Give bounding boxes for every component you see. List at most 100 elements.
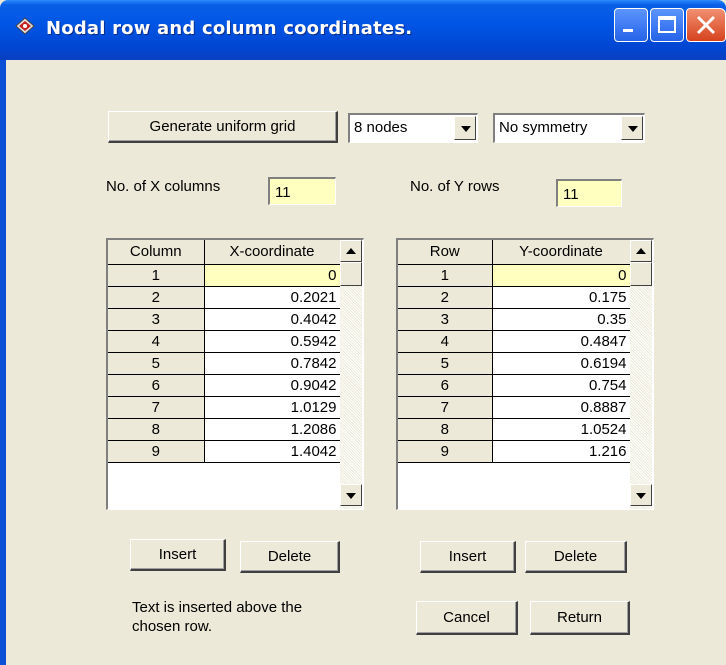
x-value-cell[interactable]: 0	[204, 264, 341, 287]
row-index[interactable]: 5	[108, 352, 205, 375]
y-rows-field[interactable]: 11	[556, 179, 622, 207]
x-value-cell[interactable]: 1.2086	[204, 418, 341, 441]
table-row[interactable]: 5 0.7842	[108, 352, 341, 375]
row-index[interactable]: 1	[108, 264, 205, 287]
x-value-cell[interactable]: 0.7842	[204, 352, 341, 375]
insert-hint: Text is inserted above the chosen row.	[132, 598, 302, 636]
row-index[interactable]: 5	[398, 352, 493, 375]
y-delete-button[interactable]: Delete	[525, 541, 627, 573]
x-grid-scrollbar[interactable]	[340, 240, 362, 509]
y-value-cell[interactable]: 0.754	[492, 374, 631, 397]
row-index[interactable]: 2	[398, 286, 493, 309]
symmetry-select-value: No symmetry	[499, 119, 588, 136]
symmetry-select[interactable]: No symmetry	[493, 113, 645, 143]
table-row[interactable]: 10	[398, 264, 631, 287]
y-value-cell[interactable]: 0.35	[492, 308, 631, 331]
y-coordinate-header[interactable]: Y-coordinate	[492, 240, 631, 265]
x-delete-button[interactable]: Delete	[240, 541, 340, 573]
title-bar[interactable]: Nodal row and column coordinates.	[0, 0, 726, 60]
minimize-button[interactable]	[614, 8, 648, 42]
window-title: Nodal row and column coordinates.	[46, 18, 413, 39]
y-coordinate-grid[interactable]: Row Y-coordinate 10 2 0.175 3 0.35 4 0.4847…	[396, 238, 654, 510]
y-value-cell[interactable]: 0.175	[492, 286, 631, 309]
y-rows-label: No. of Y rows	[410, 178, 500, 195]
table-row[interactable]: 2 0.175	[398, 286, 631, 309]
row-index[interactable]: 6	[108, 374, 205, 397]
y-insert-button[interactable]: Insert	[420, 541, 516, 573]
cancel-button[interactable]: Cancel	[416, 601, 518, 635]
row-index[interactable]: 7	[108, 396, 205, 419]
row-index[interactable]: 2	[108, 286, 205, 309]
table-row[interactable]: 8 1.0524	[398, 418, 631, 441]
row-index[interactable]: 3	[108, 308, 205, 331]
table-header-row: Row Y-coordinate	[398, 240, 631, 265]
x-insert-button[interactable]: Insert	[130, 539, 226, 571]
x-columns-label: No. of X columns	[106, 178, 221, 195]
table-row[interactable]: 10	[108, 264, 341, 287]
scroll-up-icon[interactable]	[630, 240, 652, 262]
y-coordinate-table: Row Y-coordinate 10 2 0.175 3 0.35 4 0.4847…	[398, 240, 631, 463]
x-value-cell[interactable]: 0.4042	[204, 308, 341, 331]
row-index[interactable]: 7	[398, 396, 493, 419]
scroll-down-icon[interactable]	[340, 484, 362, 506]
table-row[interactable]: 6 0.9042	[108, 374, 341, 397]
scroll-up-icon[interactable]	[340, 240, 362, 262]
scroll-thumb[interactable]	[340, 262, 362, 286]
row-index[interactable]: 8	[108, 418, 205, 441]
y-value-cell[interactable]: 0.6194	[492, 352, 631, 375]
row-header[interactable]: Row	[398, 240, 493, 265]
row-index[interactable]: 6	[398, 374, 493, 397]
table-row[interactable]: 4 0.4847	[398, 330, 631, 353]
table-row[interactable]: 9 1.216	[398, 440, 631, 463]
x-value-cell[interactable]: 1.0129	[204, 396, 341, 419]
nodes-select-value: 8 nodes	[354, 119, 408, 136]
x-value-cell[interactable]: 0.5942	[204, 330, 341, 353]
table-row[interactable]: 5 0.6194	[398, 352, 631, 375]
nodes-select[interactable]: 8 nodes	[348, 113, 478, 143]
row-index[interactable]: 1	[398, 264, 493, 287]
x-value-cell[interactable]: 0.9042	[204, 374, 341, 397]
table-row[interactable]: 4 0.5942	[108, 330, 341, 353]
insert-hint-line-1: Text is inserted above the	[132, 599, 303, 616]
x-value-cell[interactable]: 0.2021	[204, 286, 341, 309]
insert-hint-line-2: chosen row.	[132, 618, 213, 635]
table-row[interactable]: 3 0.35	[398, 308, 631, 331]
table-row[interactable]: 7 0.8887	[398, 396, 631, 419]
table-row[interactable]: 7 1.0129	[108, 396, 341, 419]
generate-uniform-grid-button[interactable]: Generate uniform grid	[108, 111, 338, 143]
row-index[interactable]: 4	[108, 330, 205, 353]
x-columns-field[interactable]: 11	[268, 177, 336, 205]
chevron-down-icon[interactable]	[621, 116, 643, 140]
y-grid-scrollbar[interactable]	[630, 240, 652, 509]
x-coordinate-header[interactable]: X-coordinate	[204, 240, 341, 265]
minimize-icon	[623, 29, 633, 32]
table-row[interactable]: 6 0.754	[398, 374, 631, 397]
row-index[interactable]: 8	[398, 418, 493, 441]
table-row[interactable]: 3 0.4042	[108, 308, 341, 331]
y-value-cell[interactable]: 0	[492, 264, 631, 287]
table-row[interactable]: 2 0.2021	[108, 286, 341, 309]
row-index[interactable]: 4	[398, 330, 493, 353]
y-value-cell[interactable]: 1.216	[492, 440, 631, 463]
y-value-cell[interactable]: 0.8887	[492, 396, 631, 419]
y-value-cell[interactable]: 0.4847	[492, 330, 631, 353]
scroll-thumb[interactable]	[630, 262, 652, 286]
y-value-cell[interactable]: 1.0524	[492, 418, 631, 441]
row-index[interactable]: 3	[398, 308, 493, 331]
table-row[interactable]: 8 1.2086	[108, 418, 341, 441]
maximize-button[interactable]	[650, 8, 684, 42]
maximize-icon	[658, 16, 676, 33]
table-row[interactable]: 9 1.4042	[108, 440, 341, 463]
x-coordinate-grid[interactable]: Column X-coordinate 10 2 0.2021 3 0.4042 4…	[106, 238, 364, 510]
close-button[interactable]	[686, 8, 726, 42]
x-value-cell[interactable]: 1.4042	[204, 440, 341, 463]
chevron-down-icon[interactable]	[454, 116, 476, 140]
row-index[interactable]: 9	[108, 440, 205, 463]
return-button[interactable]: Return	[530, 601, 630, 635]
scroll-down-icon[interactable]	[630, 484, 652, 506]
table-header-row: Column X-coordinate	[108, 240, 341, 265]
row-index[interactable]: 9	[398, 440, 493, 463]
app-icon	[15, 17, 35, 35]
column-header[interactable]: Column	[108, 240, 205, 265]
close-icon	[696, 15, 716, 35]
